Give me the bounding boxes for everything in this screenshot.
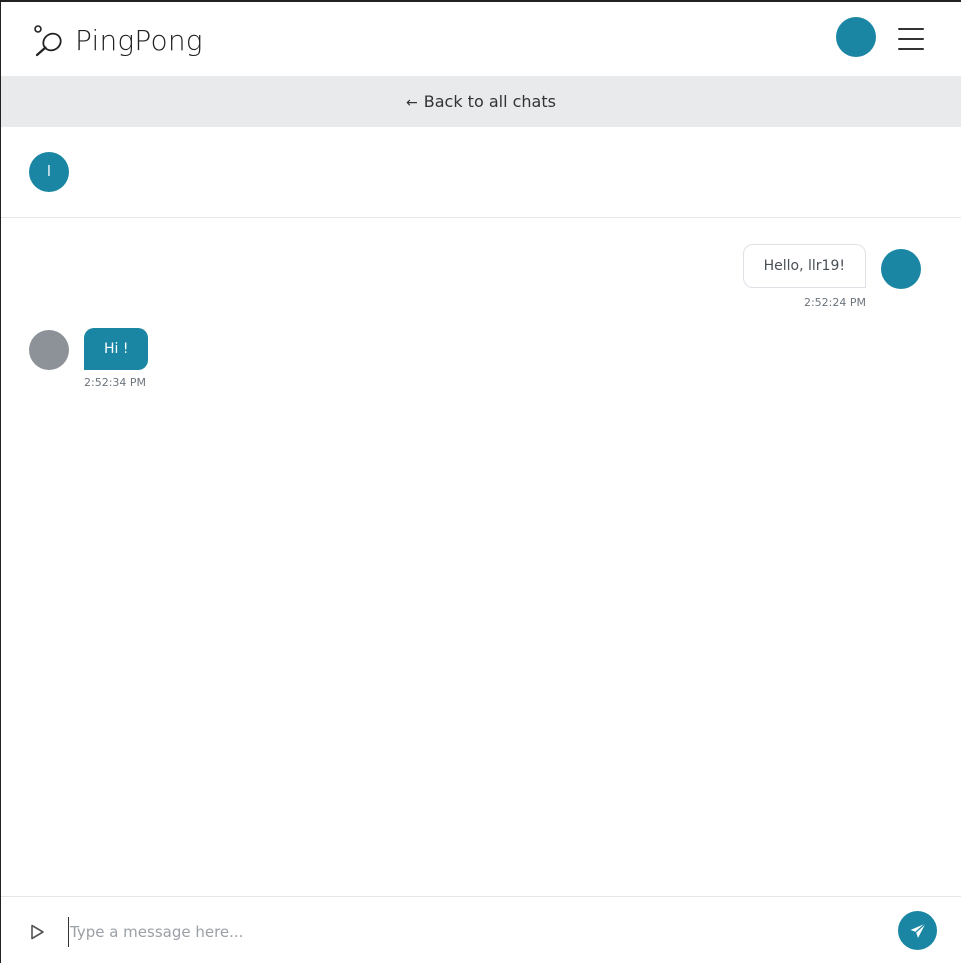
chat-partner-avatar[interactable]: l: [29, 152, 69, 192]
message-timestamp: 2:52:34 PM: [84, 376, 147, 389]
message-composer: [1, 896, 961, 963]
chat-header: l: [1, 127, 961, 218]
message-text: Hi !: [104, 341, 129, 357]
back-to-chats-link[interactable]: ← Back to all chats: [1, 76, 961, 127]
partner-avatar: [29, 330, 69, 370]
back-to-chats-label: Back to all chats: [423, 92, 556, 111]
logo[interactable]: PingPong: [33, 22, 203, 58]
left-arrow-icon: ←: [406, 94, 418, 111]
ping-pong-paddle-icon: [34, 25, 62, 57]
message-text: Hello, llr19!: [763, 258, 845, 274]
send-button[interactable]: [898, 911, 937, 950]
sender-avatar: [881, 249, 921, 289]
hamburger-icon[interactable]: [898, 28, 924, 50]
message-list[interactable]: Hello, llr19! 2:52:24 PM Hi ! 2:52:34 PM: [1, 219, 961, 896]
play-icon[interactable]: [28, 923, 46, 941]
incoming-message-bubble: Hi !: [84, 328, 149, 370]
logo-text: PingPong: [75, 23, 203, 57]
user-avatar[interactable]: [836, 17, 876, 57]
outgoing-message-bubble: Hello, llr19!: [742, 244, 866, 288]
paper-plane-icon: [910, 922, 926, 938]
message-input[interactable]: [68, 917, 868, 947]
message-timestamp: 2:52:24 PM: [803, 296, 866, 309]
app-frame: PingPong ← Back to all chats l Hello, ll…: [0, 0, 961, 963]
top-header: PingPong: [1, 2, 961, 76]
chat-partner-initial: l: [47, 164, 51, 180]
